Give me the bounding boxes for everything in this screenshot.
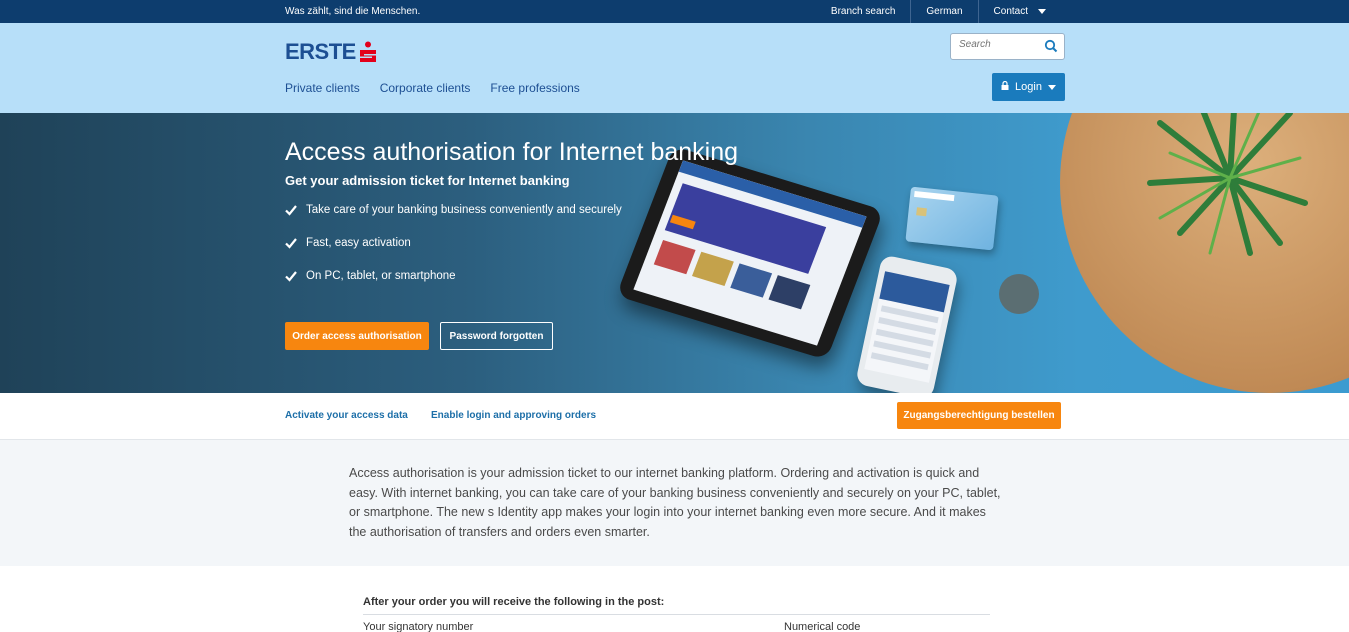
feature-list: Take care of your banking business conve…	[285, 204, 622, 303]
lock-icon	[1001, 80, 1009, 93]
nav-corporate-clients[interactable]: Corporate clients	[380, 81, 471, 95]
password-forgotten-button[interactable]: Password forgotten	[440, 322, 553, 350]
enable-login-link[interactable]: Enable login and approving orders	[431, 410, 596, 421]
erste-s-logo-icon	[359, 41, 377, 63]
logo-text: ERSTE	[285, 39, 356, 64]
main-nav: Private clients Corporate clients Free p…	[285, 81, 580, 95]
nav-private-clients[interactable]: Private clients	[285, 81, 360, 95]
login-label: Login	[1015, 81, 1042, 93]
pen-holder-image	[985, 258, 1049, 328]
search-box[interactable]	[950, 33, 1065, 60]
hero-banner: Access authorisation for Internet bankin…	[0, 113, 1349, 393]
bank-card-image	[905, 186, 999, 251]
intro-section: Access authorisation is your admission t…	[0, 440, 1349, 566]
plant-image	[1147, 113, 1308, 256]
branch-search-link[interactable]: Branch search	[816, 0, 910, 23]
order-access-button[interactable]: Order access authorisation	[285, 322, 429, 350]
feature-item: Fast, easy activation	[285, 237, 622, 270]
tablet-image	[616, 145, 884, 361]
order-authorisation-button[interactable]: Zugangsberechtigung bestellen	[897, 402, 1061, 429]
hero-subtitle: Get your admission ticket for Internet b…	[285, 173, 570, 188]
feature-text: On PC, tablet, or smartphone	[306, 270, 456, 282]
intro-text: Access authorisation is your admission t…	[349, 466, 1001, 539]
search-icon[interactable]	[1044, 39, 1058, 53]
top-bar: Was zählt, sind die Menschen. Branch sea…	[0, 0, 1349, 23]
erste-logo[interactable]: ERSTE	[285, 39, 377, 65]
feature-text: Fast, easy activation	[306, 237, 411, 249]
divider	[363, 614, 990, 615]
feature-text: Take care of your banking business conve…	[306, 204, 622, 216]
smartphone-image	[855, 254, 959, 393]
chevron-down-icon	[1038, 8, 1046, 14]
header: ERSTE Private clients Corporate clients …	[0, 23, 1349, 113]
feature-item: Take care of your banking business conve…	[285, 204, 622, 237]
check-icon	[285, 205, 297, 216]
check-icon	[285, 238, 297, 249]
details-col-2: Numerical code	[784, 621, 861, 632]
login-button[interactable]: Login	[992, 73, 1065, 101]
page-title: Access authorisation for Internet bankin…	[285, 138, 739, 166]
details-heading: After your order you will receive the fo…	[363, 596, 665, 608]
language-link[interactable]: German	[910, 0, 977, 23]
nav-free-professions[interactable]: Free professions	[490, 81, 579, 95]
search-input[interactable]	[959, 39, 1039, 50]
sub-nav: Activate your access data Enable login a…	[0, 393, 1349, 440]
details-col-1: Your signatory number	[363, 621, 474, 632]
activate-access-link[interactable]: Activate your access data	[285, 410, 408, 421]
contact-label: Contact	[993, 6, 1028, 17]
check-icon	[285, 271, 297, 282]
top-nav: Branch search German Contact	[816, 0, 1061, 23]
slogan: Was zählt, sind die Menschen.	[285, 6, 421, 17]
feature-item: On PC, tablet, or smartphone	[285, 270, 622, 303]
details-section: After your order you will receive the fo…	[0, 566, 1349, 632]
contact-link[interactable]: Contact	[977, 0, 1061, 23]
chevron-down-icon	[1047, 84, 1056, 90]
